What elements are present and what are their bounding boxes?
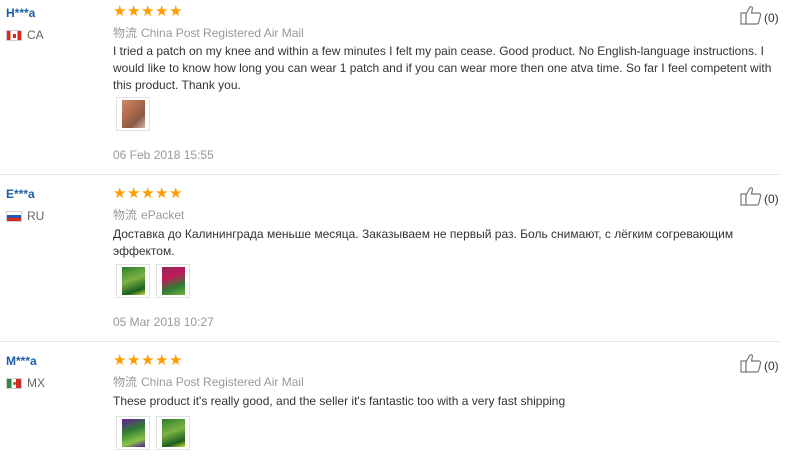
review-text: I tried a patch on my knee and within a … bbox=[113, 44, 772, 92]
reviewer-country: MX bbox=[6, 376, 45, 390]
carrier-name: China Post Registered Air Mail bbox=[141, 26, 304, 40]
star-rating: ★ ★ ★ ★ ★ bbox=[113, 352, 183, 369]
star-icon: ★ bbox=[127, 3, 141, 20]
helpful-count: (0) bbox=[764, 359, 779, 373]
star-icon: ★ bbox=[169, 185, 183, 202]
country-code: CA bbox=[27, 28, 44, 42]
mexico-flag-icon bbox=[6, 377, 22, 389]
reviewer-country: CA bbox=[6, 28, 44, 42]
reviewer-name[interactable]: H***a bbox=[6, 6, 35, 20]
review-divider bbox=[0, 341, 780, 342]
review-divider bbox=[0, 174, 780, 175]
logistics-label: 物流 bbox=[113, 208, 138, 222]
logistics-info: 物流 China Post Registered Air Mail bbox=[113, 24, 304, 41]
star-icon: ★ bbox=[141, 3, 155, 20]
helpful-button[interactable]: (0) bbox=[740, 5, 779, 25]
star-icon: ★ bbox=[141, 352, 155, 369]
country-code: RU bbox=[27, 209, 45, 223]
review-photo bbox=[122, 419, 145, 447]
reviewer-country: RU bbox=[6, 209, 44, 223]
star-icon: ★ bbox=[155, 352, 169, 369]
star-rating: ★ ★ ★ ★ ★ bbox=[113, 3, 183, 20]
review-photo bbox=[162, 267, 185, 295]
review-date: 06 Feb 2018 15:55 bbox=[113, 148, 214, 162]
star-icon: ★ bbox=[113, 3, 127, 20]
review-photo-thumbnail[interactable] bbox=[156, 264, 190, 298]
review-photo bbox=[122, 267, 145, 295]
review-photo-thumbnail[interactable] bbox=[156, 416, 190, 450]
review-text: Доставка до Калининграда меньше месяца. … bbox=[113, 227, 734, 258]
star-icon: ★ bbox=[113, 185, 127, 202]
star-icon: ★ bbox=[141, 185, 155, 202]
logistics-info: 物流 ePacket bbox=[113, 206, 184, 223]
star-icon: ★ bbox=[127, 352, 141, 369]
review-date: 05 Mar 2018 10:27 bbox=[113, 315, 214, 329]
star-icon: ★ bbox=[127, 185, 141, 202]
carrier-name: China Post Registered Air Mail bbox=[141, 375, 304, 389]
russia-flag-icon bbox=[6, 210, 22, 222]
thumbs-up-icon bbox=[740, 187, 762, 206]
logistics-label: 物流 bbox=[113, 375, 138, 389]
reviewer-name[interactable]: E***a bbox=[6, 187, 35, 201]
helpful-count: (0) bbox=[764, 192, 779, 206]
helpful-button[interactable]: (0) bbox=[740, 353, 779, 373]
review-photo-thumbnail[interactable] bbox=[116, 416, 150, 450]
country-code: MX bbox=[27, 376, 45, 390]
star-icon: ★ bbox=[169, 352, 183, 369]
thumbs-up-icon bbox=[740, 6, 762, 25]
star-rating: ★ ★ ★ ★ ★ bbox=[113, 185, 183, 202]
carrier-name: ePacket bbox=[141, 208, 185, 222]
review-photo-thumbnail[interactable] bbox=[116, 264, 150, 298]
review-text: These product it's really good, and the … bbox=[113, 394, 566, 408]
star-icon: ★ bbox=[155, 3, 169, 20]
review-photo bbox=[162, 419, 185, 447]
logistics-info: 物流 China Post Registered Air Mail bbox=[113, 373, 304, 390]
logistics-label: 物流 bbox=[113, 26, 138, 40]
star-icon: ★ bbox=[169, 3, 183, 20]
canada-flag-icon bbox=[6, 29, 22, 41]
review-photo bbox=[122, 100, 145, 128]
star-icon: ★ bbox=[113, 352, 127, 369]
helpful-button[interactable]: (0) bbox=[740, 186, 779, 206]
reviewer-name[interactable]: M***a bbox=[6, 354, 37, 368]
helpful-count: (0) bbox=[764, 11, 779, 25]
review-photo-thumbnail[interactable] bbox=[116, 97, 150, 131]
star-icon: ★ bbox=[155, 185, 169, 202]
thumbs-up-icon bbox=[740, 354, 762, 373]
